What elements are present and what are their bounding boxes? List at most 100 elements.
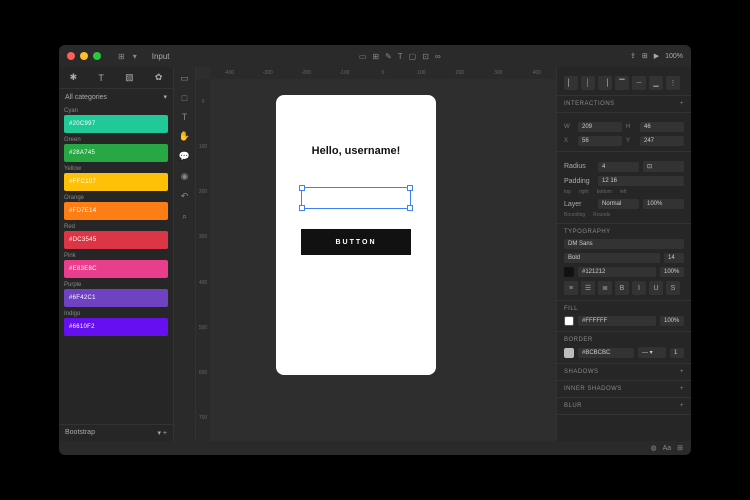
tool-icon[interactable]: ✎ [385, 52, 392, 61]
artboard[interactable]: Hello, username! BUTTON [276, 95, 436, 375]
color-swatch[interactable]: #20C997 [64, 115, 168, 133]
swatch-group-label: Indigo [64, 310, 168, 318]
minimize-icon[interactable] [80, 52, 88, 60]
fill-color[interactable]: #FFFFFF [578, 316, 656, 326]
opacity-input[interactable]: 100% [643, 199, 684, 209]
layer-label: Layer [564, 201, 594, 208]
undo-icon[interactable]: ↶ [181, 191, 189, 202]
color-swatch[interactable]: #6F42C1 [64, 289, 168, 307]
y-input[interactable]: 247 [640, 136, 684, 146]
width-input[interactable]: 209 [578, 122, 622, 132]
gear-icon[interactable]: ✿ [155, 72, 163, 83]
align-bottom-icon[interactable]: ▁ [649, 76, 663, 90]
add-icon[interactable]: + [680, 403, 684, 409]
fill-alpha[interactable]: 100% [660, 316, 684, 326]
tool-icon[interactable]: T [398, 52, 403, 61]
color-swatch[interactable]: #FD7E14 [64, 202, 168, 220]
bold-icon[interactable]: B [615, 281, 629, 295]
border-color[interactable]: #BCBCBC [578, 348, 634, 358]
font-weight[interactable]: Bold [564, 253, 660, 263]
text-tool-icon[interactable]: T [182, 112, 188, 122]
drop-icon[interactable]: ✱ [70, 72, 78, 83]
underline-icon[interactable]: U [649, 281, 663, 295]
selected-input[interactable] [301, 187, 411, 209]
text-color[interactable]: #121212 [578, 267, 656, 277]
radius-corners[interactable]: ⊡ [643, 161, 684, 172]
align-top-icon[interactable]: ▔ [615, 76, 629, 90]
border-color-chip[interactable] [564, 348, 574, 358]
text-alpha[interactable]: 100% [660, 267, 684, 277]
font-size[interactable]: 14 [664, 253, 684, 263]
status-icon[interactable]: Aa [663, 445, 672, 452]
padding-input[interactable]: 12 16 [598, 176, 684, 186]
close-icon[interactable] [67, 52, 75, 60]
canvas[interactable]: -400-300-200-1000100200300400 0100200300… [196, 67, 556, 441]
color-swatch[interactable]: #DC3545 [64, 231, 168, 249]
status-icon[interactable]: ⊞ [677, 444, 683, 452]
tool-icon[interactable]: ⊞ [372, 52, 379, 61]
distribute-icon[interactable]: ⋮ [666, 76, 680, 90]
align-left-icon[interactable]: ▏ [564, 76, 578, 90]
chevron-down-icon[interactable]: ▾ [163, 93, 167, 101]
x-input[interactable]: 56 [578, 136, 622, 146]
color-swatch[interactable]: #28A745 [64, 144, 168, 162]
play-icon[interactable]: ▶ [654, 52, 659, 60]
text-color-chip[interactable] [564, 267, 574, 277]
add-icon[interactable]: + [680, 386, 684, 392]
height-input[interactable]: 46 [640, 122, 684, 132]
border-head: BORDER [564, 337, 593, 343]
tool-icon[interactable]: ▭ [359, 52, 367, 61]
border-width[interactable]: 1 [670, 348, 684, 358]
image-icon[interactable]: ▧ [125, 72, 134, 83]
menu-icon[interactable]: ▾ [133, 52, 137, 61]
text-icon[interactable]: T [98, 73, 104, 83]
italic-icon[interactable]: I [632, 281, 646, 295]
window-title: Input [152, 52, 170, 61]
rect-icon[interactable]: □ [182, 93, 187, 103]
border-style[interactable]: — ▾ [638, 347, 666, 358]
typography-head: TYPOGRAPHY [564, 229, 611, 235]
status-icon[interactable]: ◍ [650, 444, 656, 452]
color-swatch[interactable]: #FFC107 [64, 173, 168, 191]
add-icon[interactable]: + [680, 101, 684, 107]
fill-color-chip[interactable] [564, 316, 574, 326]
tool-icon[interactable]: ∞ [435, 52, 441, 61]
interactions-head: Interactions [564, 101, 615, 107]
maximize-icon[interactable] [93, 52, 101, 60]
radius-input[interactable]: 4 [598, 162, 639, 172]
swatch-group-label: Yellow [64, 165, 168, 173]
button-element[interactable]: BUTTON [301, 229, 411, 255]
text-align-right-icon[interactable]: ≣ [598, 281, 612, 295]
library-dropdown[interactable]: Bootstrap [65, 429, 95, 437]
fill-head: FILL [564, 306, 578, 312]
heading-text[interactable]: Hello, username! [312, 145, 401, 157]
category-dropdown[interactable]: All categories [65, 94, 107, 101]
blend-input[interactable]: Normal [598, 199, 639, 209]
color-swatches: Cyan#20C997Green#28A745Yellow#FFC107Oran… [59, 105, 173, 424]
comment-icon[interactable]: 💬 [179, 151, 190, 162]
strike-icon[interactable]: S [666, 281, 680, 295]
align-middle-icon[interactable]: ─ [632, 76, 646, 90]
tool-icon[interactable]: ⊡ [422, 52, 429, 61]
zoom-level[interactable]: 100% [665, 53, 683, 60]
add-icon[interactable]: + [680, 369, 684, 375]
select-icon[interactable]: ▭ [180, 73, 189, 84]
grid-toggle-icon[interactable]: ⊞ [642, 52, 648, 60]
grid-icon[interactable]: ⊞ [118, 52, 125, 61]
align-right-icon[interactable]: ▕ [598, 76, 612, 90]
color-swatch[interactable]: #E83E8C [64, 260, 168, 278]
text-align-center-icon[interactable]: ☰ [581, 281, 595, 295]
color-swatch[interactable]: #6610F2 [64, 318, 168, 336]
padding-label: Padding [564, 178, 594, 185]
search-icon[interactable]: ⌕ [182, 211, 187, 222]
tool-icon[interactable]: ▢ [409, 52, 417, 61]
ruler-horizontal: -400-300-200-1000100200300400 [210, 67, 556, 79]
font-family[interactable]: DM Sans [564, 239, 684, 249]
text-align-left-icon[interactable]: ≡ [564, 281, 578, 295]
chevron-down-icon[interactable]: ▾ + [157, 429, 167, 437]
align-center-icon[interactable]: │ [581, 76, 595, 90]
swatch-group-label: Red [64, 223, 168, 231]
share-icon[interactable]: ⇪ [630, 52, 636, 60]
hand-icon[interactable]: ✋ [179, 131, 190, 142]
eyedropper-icon[interactable]: ◉ [181, 171, 189, 182]
